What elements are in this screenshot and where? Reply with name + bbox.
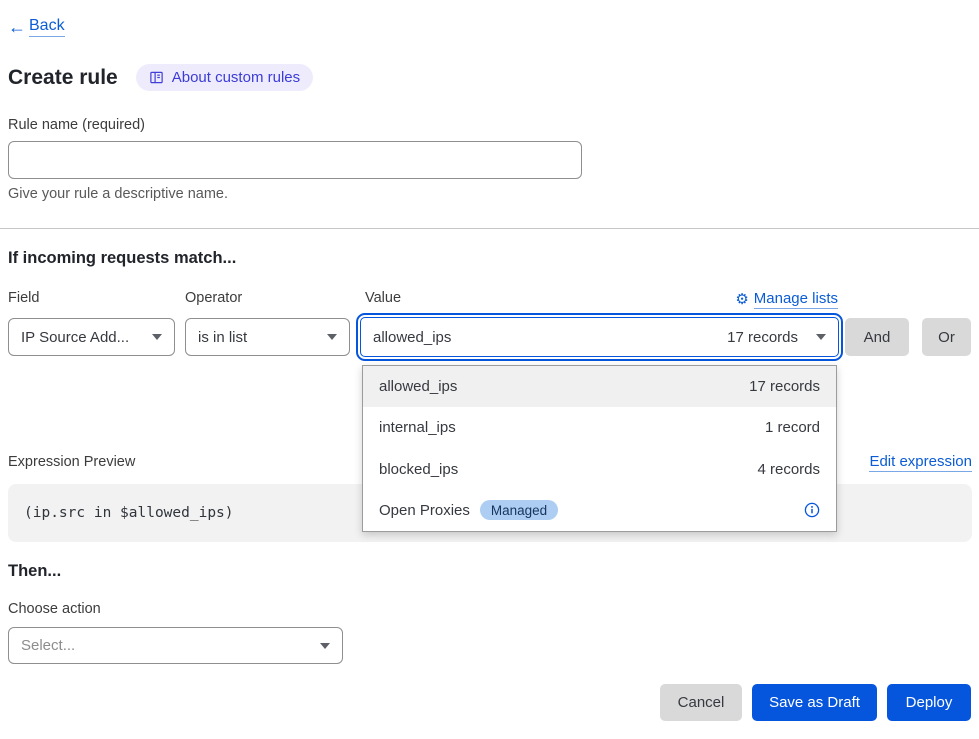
- section-divider: [0, 228, 979, 229]
- list-name: Open Proxies: [379, 502, 470, 519]
- info-icon[interactable]: [804, 502, 820, 518]
- list-name: allowed_ips: [379, 378, 457, 395]
- list-count: 1 record: [765, 419, 820, 436]
- operator-select-value: is in list: [198, 329, 247, 346]
- managed-badge: Managed: [480, 500, 558, 520]
- value-select-focus-ring: allowed_ips 17 records: [356, 313, 843, 361]
- operator-label: Operator: [185, 290, 242, 306]
- match-section-heading: If incoming requests match...: [8, 249, 236, 268]
- action-select-placeholder: Select...: [21, 637, 75, 654]
- or-button[interactable]: Or: [922, 318, 971, 356]
- about-custom-rules-label: About custom rules: [172, 69, 300, 86]
- value-select-name: allowed_ips: [373, 329, 451, 346]
- chevron-down-icon: [327, 334, 337, 340]
- list-count: 4 records: [757, 461, 820, 478]
- and-button[interactable]: And: [845, 318, 909, 356]
- choose-action-label: Choose action: [8, 601, 101, 617]
- back-link[interactable]: ← Back: [8, 17, 65, 37]
- page-header: Create rule About custom rules: [8, 64, 313, 91]
- edit-expression-link[interactable]: Edit expression: [869, 453, 972, 472]
- chevron-down-icon: [320, 643, 330, 649]
- list-dropdown: allowed_ips 17 records internal_ips 1 re…: [362, 365, 837, 532]
- field-label: Field: [8, 290, 39, 306]
- field-select-value: IP Source Add...: [21, 329, 129, 346]
- cancel-button[interactable]: Cancel: [660, 684, 742, 721]
- list-name: blocked_ips: [379, 461, 458, 478]
- field-select[interactable]: IP Source Add...: [8, 318, 175, 356]
- operator-select[interactable]: is in list: [185, 318, 350, 356]
- edit-expression-label: Edit expression: [869, 453, 972, 472]
- value-select-count: 17 records: [727, 329, 798, 346]
- expression-code: (ip.src in $allowed_ips): [24, 505, 234, 521]
- rule-name-input[interactable]: [8, 141, 582, 179]
- rule-name-helper: Give your rule a descriptive name.: [8, 186, 228, 202]
- about-custom-rules-link[interactable]: About custom rules: [136, 64, 313, 91]
- manage-lists-label: Manage lists: [754, 290, 838, 309]
- chevron-down-icon: [816, 334, 826, 340]
- action-select[interactable]: Select...: [8, 627, 343, 664]
- chevron-down-icon: [152, 334, 162, 340]
- page-title: Create rule: [8, 66, 118, 90]
- list-count: 17 records: [749, 378, 820, 395]
- list-option-open-proxies[interactable]: Open Proxies Managed: [363, 490, 836, 531]
- back-link-label: Back: [29, 17, 65, 37]
- save-as-draft-button[interactable]: Save as Draft: [752, 684, 877, 721]
- list-option-blocked-ips[interactable]: blocked_ips 4 records: [363, 449, 836, 490]
- list-option-internal-ips[interactable]: internal_ips 1 record: [363, 407, 836, 448]
- value-select[interactable]: allowed_ips 17 records: [360, 317, 839, 357]
- then-section-heading: Then...: [8, 562, 61, 581]
- back-arrow-icon: ←: [8, 18, 26, 36]
- list-name: internal_ips: [379, 419, 456, 436]
- book-icon: [149, 70, 164, 85]
- gear-icon: ⚙: [735, 292, 748, 307]
- value-label: Value: [365, 290, 401, 306]
- rule-name-label: Rule name (required): [8, 117, 145, 133]
- expression-preview-label: Expression Preview: [8, 454, 135, 470]
- manage-lists-link[interactable]: ⚙ Manage lists: [735, 290, 838, 309]
- deploy-button[interactable]: Deploy: [887, 684, 971, 721]
- create-rule-page: ← Back Create rule About custom rules Ru…: [0, 0, 979, 739]
- list-option-allowed-ips[interactable]: allowed_ips 17 records: [363, 366, 836, 407]
